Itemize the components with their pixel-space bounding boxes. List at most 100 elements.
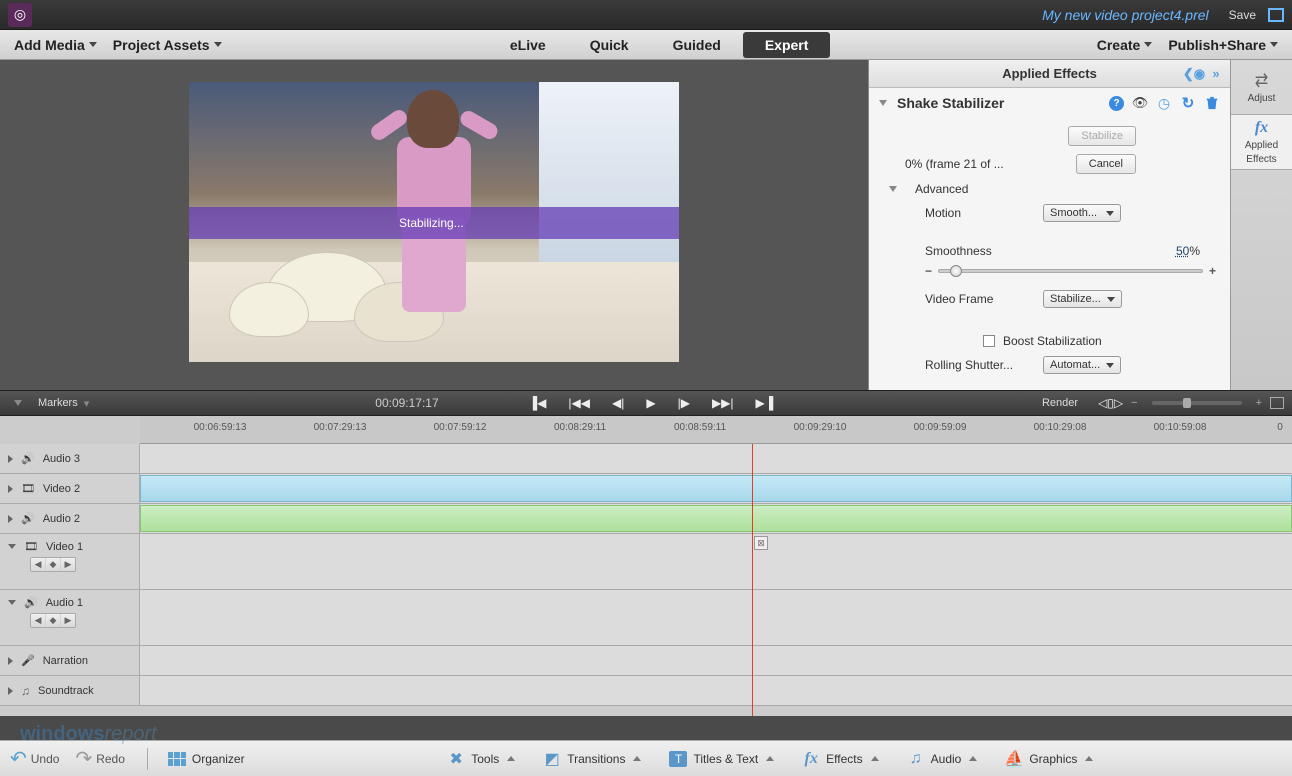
redo-button[interactable]: ↷ Redo — [75, 746, 124, 771]
panel-menu-icon[interactable]: » — [1208, 66, 1224, 82]
create-menu[interactable]: Create — [1089, 33, 1161, 57]
play-icon[interactable]: ▶ — [646, 396, 655, 410]
tab-expert[interactable]: Expert — [743, 32, 831, 58]
trash-icon[interactable] — [1204, 95, 1220, 111]
audio-config-icon[interactable]: ❮◉ — [1186, 66, 1202, 82]
prev-edit-icon[interactable]: |◀◀ — [568, 396, 590, 410]
disclosure-icon[interactable] — [8, 544, 16, 549]
prev-keyframe-button[interactable]: ◀ — [31, 558, 45, 571]
smoothness-slider[interactable] — [938, 269, 1203, 273]
disclosure-icon[interactable] — [8, 600, 16, 605]
track-content[interactable]: ⊠ — [140, 534, 1292, 589]
organizer-button[interactable]: Organizer — [160, 749, 253, 769]
add-media-menu[interactable]: Add Media — [6, 33, 105, 57]
tab-guided[interactable]: Guided — [651, 32, 743, 58]
tab-elive[interactable]: eLive — [488, 32, 568, 58]
track-header-audio2[interactable]: Audio 2 — [0, 504, 140, 533]
disclosure-icon[interactable] — [8, 485, 13, 493]
speaker-icon[interactable] — [24, 596, 38, 609]
tab-adjust[interactable]: Adjust — [1231, 60, 1292, 115]
project-assets-menu[interactable]: Project Assets — [105, 33, 230, 57]
music-icon[interactable] — [21, 684, 30, 698]
next-edit-icon[interactable]: ▶▶| — [712, 396, 734, 410]
rolling-shutter-dropdown[interactable]: Automat... — [1043, 356, 1121, 374]
track-content[interactable] — [140, 474, 1292, 503]
transitions-button[interactable]: ◩ Transitions — [543, 750, 641, 768]
undo-button[interactable]: ↶ Undo — [10, 746, 59, 771]
prev-keyframe-button[interactable]: ◀ — [31, 614, 45, 627]
reset-icon[interactable] — [1180, 95, 1196, 111]
eye-icon[interactable] — [1132, 95, 1148, 111]
tab-quick[interactable]: Quick — [568, 32, 651, 58]
track-header-audio3[interactable]: Audio 3 — [0, 444, 140, 473]
graphics-button[interactable]: ⛵ Graphics — [1005, 750, 1093, 768]
track-content[interactable] — [140, 504, 1292, 533]
disclosure-icon[interactable] — [8, 657, 13, 665]
add-keyframe-button[interactable]: ◆ — [46, 558, 60, 571]
next-keyframe-button[interactable]: ▶ — [61, 614, 75, 627]
titles-text-button[interactable]: T Titles & Text — [669, 750, 774, 768]
stopwatch-icon[interactable] — [1156, 95, 1172, 111]
video-frame-dropdown[interactable]: Stabilize... — [1043, 290, 1122, 308]
next-keyframe-button[interactable]: ▶ — [61, 558, 75, 571]
disclosure-icon[interactable] — [8, 515, 13, 523]
add-keyframe-button[interactable]: ◆ — [46, 614, 60, 627]
disclosure-icon[interactable] — [8, 455, 13, 463]
track-header-narration[interactable]: Narration — [0, 646, 140, 675]
cancel-button[interactable]: Cancel — [1076, 154, 1136, 174]
minus-icon[interactable]: − — [925, 264, 932, 278]
video-clip[interactable] — [140, 475, 1292, 502]
fit-icon[interactable]: ◁▯▷ — [1098, 396, 1123, 410]
go-to-start-icon[interactable]: ▐◀ — [529, 396, 547, 410]
film-icon[interactable] — [24, 540, 38, 553]
ruler-time: 00:08:59:11 — [674, 422, 726, 433]
disclosure-icon[interactable] — [8, 687, 13, 695]
track-header-video1[interactable]: Video 1 ◀ ◆ ▶ — [0, 534, 140, 589]
effect-title-row: Shake Stabilizer ? — [869, 88, 1230, 118]
save-button[interactable]: Save — [1229, 8, 1256, 22]
film-icon[interactable] — [21, 482, 35, 495]
microphone-icon[interactable] — [21, 654, 35, 667]
track-content[interactable] — [140, 444, 1292, 473]
tab-applied-effects[interactable]: fx Applied Effects — [1231, 115, 1292, 170]
adjust-label: Adjust — [1248, 93, 1276, 104]
track-header-soundtrack[interactable]: Soundtrack — [0, 676, 140, 705]
track-header-audio1[interactable]: Audio 1 ◀ ◆ ▶ — [0, 590, 140, 645]
track-content[interactable] — [140, 646, 1292, 675]
track-header-video2[interactable]: Video 2 — [0, 474, 140, 503]
slider-thumb[interactable] — [1183, 398, 1191, 408]
speaker-icon[interactable] — [21, 452, 35, 465]
playhead[interactable] — [752, 444, 753, 716]
transitions-icon: ◩ — [543, 750, 561, 768]
smoothness-value[interactable]: 50 — [1176, 244, 1189, 258]
speaker-icon[interactable] — [21, 512, 35, 525]
step-forward-icon[interactable]: |▶ — [678, 396, 690, 410]
help-icon[interactable]: ? — [1109, 96, 1124, 111]
motion-dropdown[interactable]: Smooth... — [1043, 204, 1121, 222]
video-preview[interactable]: Stabilizing... — [189, 82, 679, 362]
publish-share-menu[interactable]: Publish+Share — [1160, 33, 1286, 57]
audio-button[interactable]: ♫ Audio — [907, 750, 978, 768]
go-to-end-icon[interactable]: ▶▐ — [756, 396, 774, 410]
plus-icon[interactable]: + — [1209, 264, 1216, 278]
clip-marker-icon[interactable]: ⊠ — [754, 536, 768, 550]
boost-stabilization-checkbox[interactable] — [983, 335, 995, 347]
disclosure-icon[interactable] — [889, 186, 897, 192]
safe-margins-icon[interactable] — [1270, 397, 1284, 409]
track-content[interactable] — [140, 676, 1292, 705]
slider-thumb[interactable] — [950, 265, 962, 277]
disclosure-icon[interactable] — [879, 100, 887, 106]
chevron-down-icon — [1106, 211, 1114, 216]
time-ruler[interactable]: 00:06:59:13 00:07:29:13 00:07:59:12 00:0… — [140, 416, 1292, 444]
step-back-icon[interactable]: ◀| — [612, 396, 624, 410]
markers-button[interactable]: Markers ▾ — [8, 395, 95, 412]
effects-button[interactable]: fx Effects — [802, 750, 878, 768]
tools-button[interactable]: ✖ Tools — [447, 750, 515, 768]
track-content[interactable] — [140, 590, 1292, 645]
fullscreen-icon[interactable] — [1268, 8, 1284, 22]
render-button[interactable]: Render — [1032, 395, 1088, 411]
chevron-down-icon — [14, 400, 22, 406]
timecode-display[interactable]: 00:09:17:17 — [375, 396, 438, 410]
zoom-slider[interactable] — [1152, 401, 1242, 405]
audio-clip[interactable] — [140, 505, 1292, 532]
